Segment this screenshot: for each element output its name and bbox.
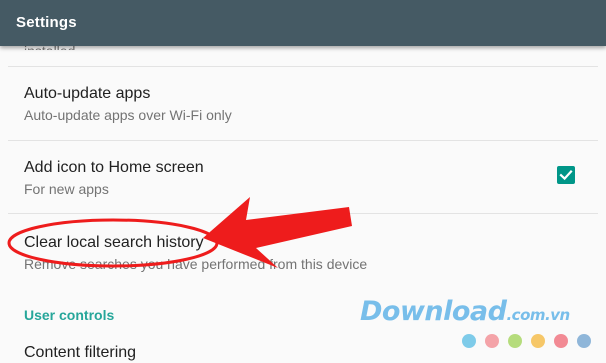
setting-clear-history[interactable]: Clear local search history Remove search…: [0, 214, 606, 286]
setting-subtitle: Auto-update apps over Wi-Fi only: [24, 107, 232, 123]
watermark-dot: [577, 334, 591, 348]
page-title: Settings: [16, 14, 77, 31]
setting-auto-update[interactable]: Auto-update apps Auto-update apps over W…: [0, 67, 606, 140]
watermark-dot: [462, 334, 476, 348]
setting-title: Clear local search history: [24, 234, 204, 251]
setting-subtitle: Remove searches you have performed from …: [24, 256, 368, 272]
setting-title: Content filtering: [24, 344, 137, 361]
setting-add-icon[interactable]: Add icon to Home screen For new apps: [0, 141, 606, 213]
watermark-ext: .com.vn: [506, 306, 570, 324]
watermark-dot: [531, 334, 545, 348]
watermark-dot: [554, 334, 568, 348]
setting-title: Auto-update apps: [24, 85, 151, 102]
setting-title: Add icon to Home screen: [24, 159, 204, 176]
watermark-dot: [508, 334, 522, 348]
setting-subtitle: For new apps: [24, 181, 109, 197]
watermark-brand: Download: [360, 296, 507, 327]
checkmark-icon: [559, 170, 573, 181]
watermark-dots: [462, 334, 600, 353]
add-icon-checkbox[interactable]: [557, 166, 575, 184]
app-bar: Settings: [0, 0, 606, 46]
section-header-user-controls: User controls: [24, 307, 115, 323]
watermark-dot: [485, 334, 499, 348]
watermark-logo: Download.com.vn: [360, 296, 570, 327]
